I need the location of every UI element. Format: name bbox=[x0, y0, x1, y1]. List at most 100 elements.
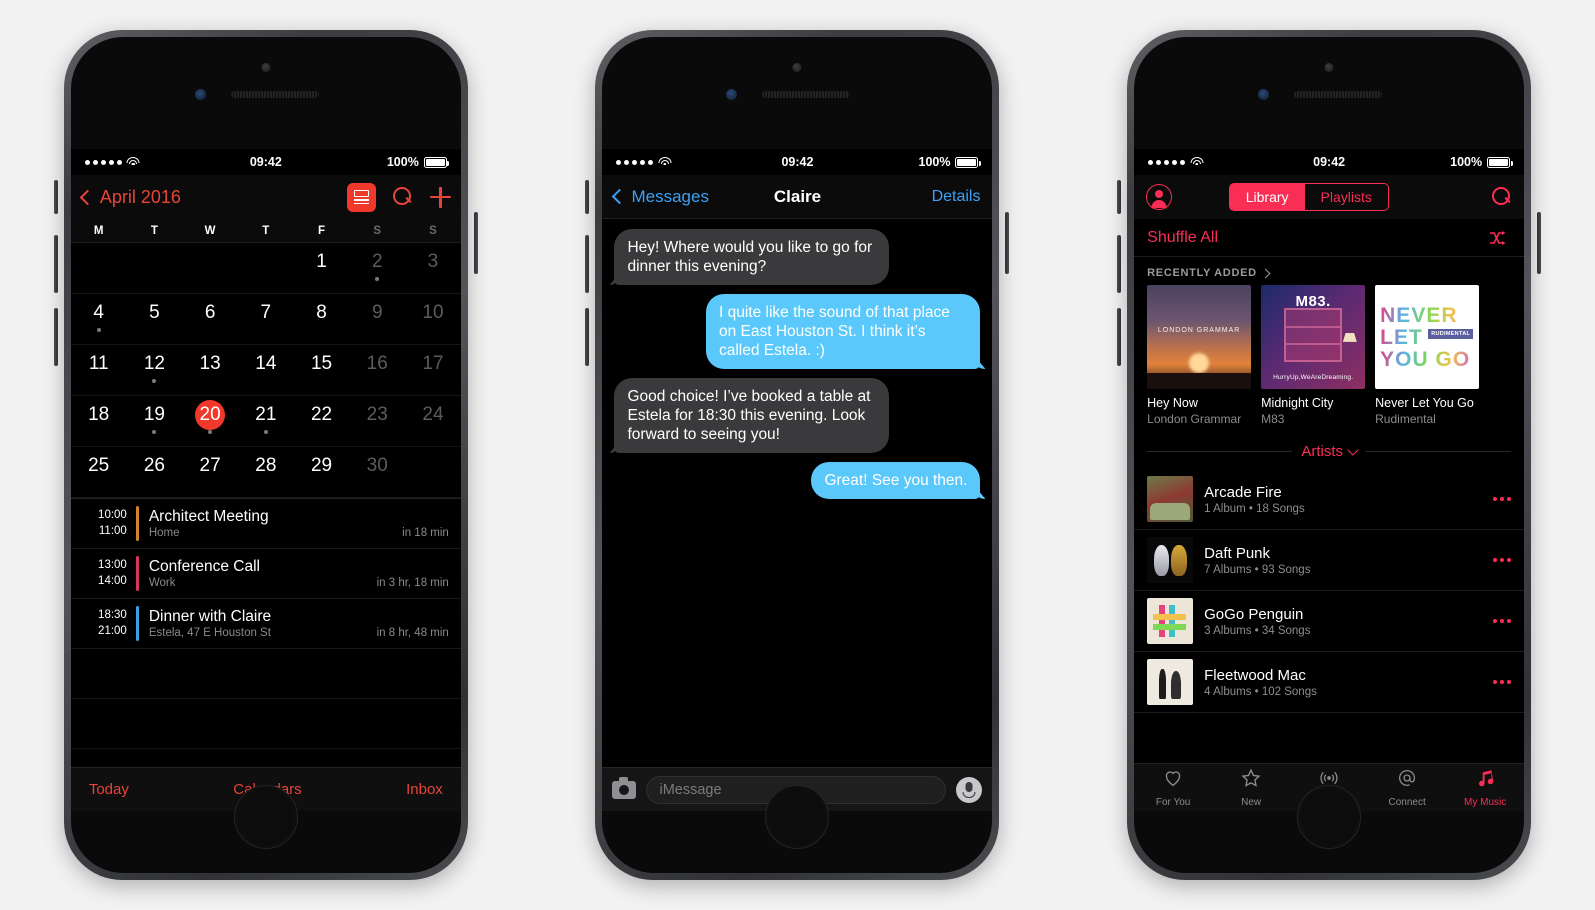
album-card[interactable]: NEVER LET YOU GO RUDIMENTAL Never Let You Go… bbox=[1375, 285, 1480, 426]
home-button[interactable] bbox=[765, 785, 830, 849]
calendar-day[interactable]: 25 bbox=[70, 447, 127, 498]
star-icon bbox=[1240, 767, 1262, 794]
day-number: 21 bbox=[255, 404, 277, 425]
recently-added-header[interactable]: RECENTLY ADDED bbox=[1134, 257, 1524, 285]
artist-name: Daft Punk bbox=[1204, 544, 1271, 562]
message-bubble-sent[interactable]: I quite like the sound of that place on … bbox=[705, 294, 981, 369]
volume-up-button[interactable] bbox=[53, 235, 58, 293]
album-art-text: LONDON GRAMMAR bbox=[1157, 326, 1241, 334]
power-button[interactable] bbox=[1005, 212, 1010, 274]
calendar-day[interactable]: 11 bbox=[70, 345, 127, 396]
calendar-day[interactable]: 19 bbox=[126, 396, 183, 447]
calendar-day[interactable]: 28 bbox=[237, 447, 294, 498]
volume-down-button[interactable] bbox=[585, 308, 590, 366]
segment-library[interactable]: Library bbox=[1229, 184, 1305, 210]
event-row[interactable]: 18:30 21:00 Dinner with Claire Estela, 47 E… bbox=[70, 599, 461, 649]
music-tab-connect[interactable]: Connect bbox=[1368, 767, 1446, 808]
home-button[interactable] bbox=[1297, 785, 1362, 849]
calendar-day[interactable]: 15 bbox=[293, 345, 350, 396]
tab-today[interactable]: Today bbox=[89, 781, 129, 798]
album-art-text-line: NEVER bbox=[1380, 305, 1474, 326]
album-card[interactable]: LONDON GRAMMAR Hey Now London Grammar bbox=[1147, 285, 1252, 426]
album-card[interactable]: M83. HurryUp,WeAreDreaming. Midnight City M… bbox=[1261, 285, 1366, 426]
calendar-day[interactable]: 13 bbox=[182, 345, 238, 396]
calendar-day[interactable]: 29 bbox=[293, 447, 350, 498]
more-options-icon[interactable] bbox=[1493, 497, 1512, 501]
search-icon[interactable] bbox=[392, 187, 413, 207]
artist-row[interactable]: Fleetwood Mac 4 Albums • 102 Songs bbox=[1134, 652, 1525, 713]
calendar-day[interactable]: 26 bbox=[126, 447, 183, 498]
calendar-day[interactable]: 30 bbox=[349, 447, 406, 498]
calendar-day[interactable]: 18 bbox=[70, 396, 127, 447]
calendar-day[interactable]: 7 bbox=[237, 294, 294, 345]
search-icon[interactable] bbox=[1492, 187, 1512, 207]
tab-inbox[interactable]: Inbox bbox=[406, 781, 443, 798]
artist-row[interactable]: Daft Punk 7 Albums • 93 Songs bbox=[1134, 530, 1525, 591]
volume-up-button[interactable] bbox=[585, 235, 590, 293]
segment-playlists[interactable]: Playlists bbox=[1305, 184, 1388, 210]
earpiece-speaker bbox=[762, 91, 851, 98]
artist-info: Fleetwood Mac 4 Albums • 102 Songs bbox=[1204, 667, 1482, 698]
calendar-day[interactable]: 23 bbox=[349, 396, 406, 447]
artist-row[interactable]: Arcade Fire 1 Album • 18 Songs bbox=[1134, 469, 1525, 530]
shuffle-icon[interactable] bbox=[1489, 230, 1511, 246]
more-options-icon[interactable] bbox=[1493, 619, 1512, 623]
volume-up-button[interactable] bbox=[1117, 235, 1122, 293]
event-row[interactable]: 10:00 11:00 Architect Meeting Home in 18 min bbox=[70, 499, 461, 549]
artist-info: Arcade Fire 1 Album • 18 Songs bbox=[1204, 484, 1482, 515]
event-row[interactable]: 13:00 14:00 Conference Call Work in 3 hr, 18… bbox=[70, 549, 461, 599]
home-button[interactable] bbox=[233, 785, 298, 849]
volume-down-button[interactable] bbox=[53, 308, 58, 366]
calendar-day[interactable]: 10 bbox=[405, 294, 461, 345]
artist-meta: 7 Albums • 93 Songs bbox=[1204, 563, 1311, 576]
day-number: 30 bbox=[366, 455, 388, 476]
more-options-icon[interactable] bbox=[1493, 558, 1512, 562]
list-view-icon[interactable] bbox=[346, 182, 376, 212]
calendar-day[interactable]: 1 bbox=[293, 243, 350, 294]
calendar-day[interactable]: 5 bbox=[126, 294, 183, 345]
calendar-day[interactable]: 17 bbox=[405, 345, 461, 396]
album-artist: M83 bbox=[1261, 412, 1285, 426]
power-button[interactable] bbox=[1537, 212, 1542, 274]
calendar-day[interactable]: 21 bbox=[237, 396, 294, 447]
calendar-day[interactable]: 2 bbox=[349, 243, 406, 294]
shuffle-all-row[interactable]: Shuffle All bbox=[1134, 219, 1525, 257]
details-button[interactable]: Details bbox=[932, 188, 981, 206]
calendar-day[interactable]: 4 bbox=[70, 294, 127, 345]
volume-down-button[interactable] bbox=[1117, 308, 1122, 366]
calendar-day[interactable]: 6 bbox=[182, 294, 238, 345]
calendar-navbar: April 2016 bbox=[70, 175, 461, 219]
calendar-day[interactable]: 9 bbox=[349, 294, 406, 345]
calendar-day[interactable]: 27 bbox=[182, 447, 238, 498]
music-tab-for-you[interactable]: For You bbox=[1134, 767, 1212, 808]
artists-header[interactable]: Artists bbox=[1134, 436, 1524, 469]
message-bubble-sent[interactable]: Great! See you then. bbox=[811, 462, 981, 499]
message-bubble-received[interactable]: Hey! Where would you like to go for dinn… bbox=[614, 229, 889, 285]
calendar-day[interactable]: 24 bbox=[405, 396, 461, 447]
calendar-day[interactable]: 20 bbox=[182, 396, 238, 447]
calendar-day[interactable]: 14 bbox=[237, 345, 294, 396]
calendar-day[interactable]: 12 bbox=[126, 345, 183, 396]
silent-switch[interactable] bbox=[1117, 180, 1122, 214]
back-to-messages-button[interactable]: Messages bbox=[612, 187, 709, 207]
calendar-month-title[interactable]: April 2016 bbox=[100, 187, 181, 208]
message-bubble-received[interactable]: Good choice! I’ve booked a table at Este… bbox=[614, 378, 889, 453]
more-options-icon[interactable] bbox=[1493, 680, 1512, 684]
calendar-day[interactable]: 22 bbox=[293, 396, 350, 447]
calendar-day[interactable]: 8 bbox=[293, 294, 350, 345]
silent-switch[interactable] bbox=[53, 180, 58, 214]
silent-switch[interactable] bbox=[585, 180, 590, 214]
weekday-6: S bbox=[429, 224, 437, 237]
music-tab-my-music[interactable]: My Music bbox=[1446, 767, 1524, 808]
calendar-day[interactable]: 3 bbox=[405, 243, 461, 294]
artist-row[interactable]: GoGo Penguin 3 Albums • 34 Songs bbox=[1134, 591, 1525, 652]
account-avatar-icon[interactable] bbox=[1146, 184, 1173, 210]
plus-icon[interactable] bbox=[429, 186, 451, 208]
power-button[interactable] bbox=[473, 212, 478, 274]
music-tab-new[interactable]: New bbox=[1212, 767, 1290, 808]
microphone-icon[interactable] bbox=[956, 776, 983, 803]
chevron-left-icon[interactable] bbox=[79, 189, 96, 205]
album-title: Hey Now bbox=[1147, 396, 1198, 410]
camera-icon[interactable] bbox=[612, 776, 637, 799]
calendar-day[interactable]: 16 bbox=[349, 345, 406, 396]
